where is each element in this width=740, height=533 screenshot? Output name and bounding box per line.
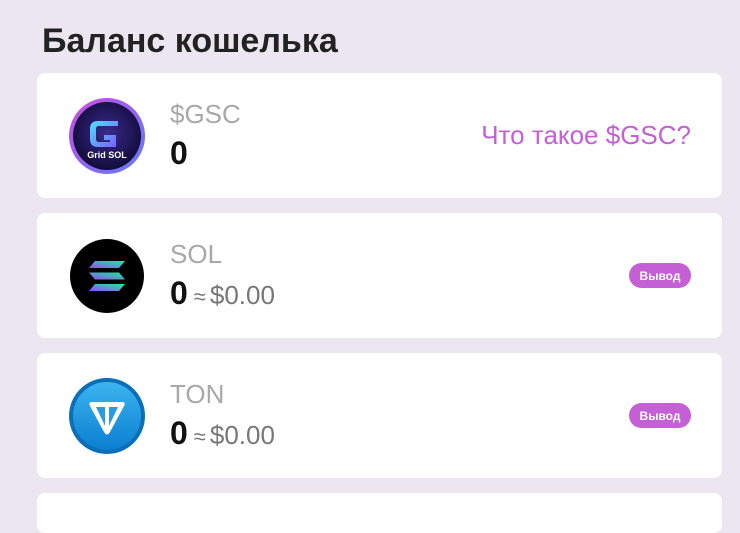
- wallet-usd-value: $0.00: [209, 420, 275, 450]
- approx-sign: ≈: [193, 424, 206, 449]
- grid-sol-logo-icon: Grid SOL: [68, 97, 146, 175]
- svg-text:Grid SOL: Grid SOL: [87, 150, 127, 160]
- approx-sign: ≈: [193, 284, 206, 309]
- wallet-balance-row: 0 ≈ $0.00: [170, 274, 275, 319]
- wallet-ticker: TON: [170, 379, 225, 409]
- ton-logo-icon: [68, 377, 146, 455]
- what-is-gsc-link[interactable]: Что такое $GSC?: [481, 120, 691, 150]
- wallet-amount: 0: [170, 415, 188, 451]
- wallet-usd-value: $0.00: [209, 280, 275, 310]
- wallet-ticker: $GSC: [170, 99, 241, 129]
- wallet-balance-row: 0: [170, 134, 188, 179]
- withdraw-sol-button[interactable]: Вывод: [629, 263, 691, 288]
- wallet-amount: 0: [170, 135, 188, 171]
- wallet-amount: 0: [170, 275, 188, 311]
- page-title: Баланс кошелька: [42, 22, 338, 60]
- wallet-card-gsc: Grid SOL $GSC 0 Что такое $GSC?: [37, 73, 722, 198]
- wallet-card-ton: TON 0 ≈ $0.00 Вывод: [37, 353, 722, 478]
- withdraw-ton-button[interactable]: Вывод: [629, 403, 691, 428]
- wallet-ticker: SOL: [170, 239, 223, 269]
- wallet-card-partial: [37, 493, 722, 533]
- solana-logo-icon: [68, 237, 146, 315]
- wallet-balance-row: 0 ≈ $0.00: [170, 414, 275, 459]
- wallet-card-sol: SOL 0 ≈ $0.00 Вывод: [37, 213, 722, 338]
